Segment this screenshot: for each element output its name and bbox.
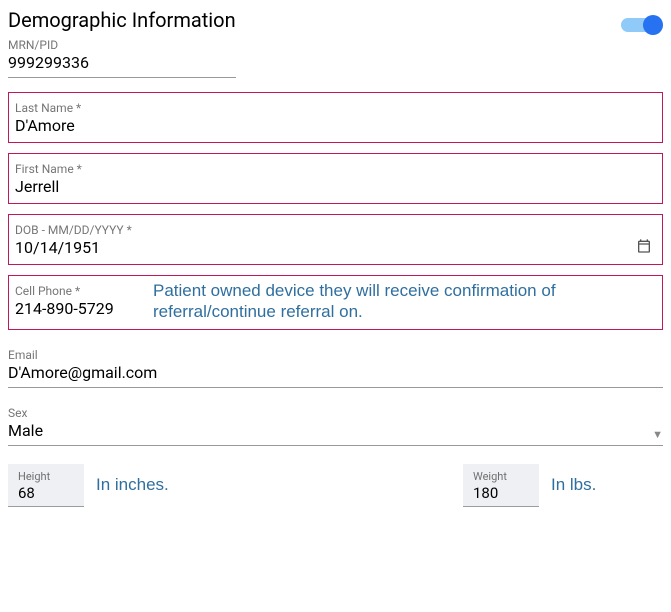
last-name-field[interactable]: Last Name * D'Amore	[8, 92, 663, 143]
cell-phone-hint: Patient owned device they will receive c…	[153, 280, 656, 323]
dob-label: DOB - MM/DD/YYYY *	[15, 223, 132, 237]
mrn-value: 999299336	[8, 53, 89, 72]
email-label: Email	[8, 348, 38, 362]
email-field[interactable]: Email D'Amore@gmail.com	[8, 344, 663, 388]
section-toggle[interactable]	[621, 14, 661, 36]
page-title: Demographic Information	[8, 8, 236, 32]
first-name-label: First Name *	[15, 162, 82, 176]
cell-phone-field[interactable]: Cell Phone * 214-890-5729 Patient owned …	[8, 275, 663, 330]
sex-field[interactable]: Sex Male ▼	[8, 402, 663, 446]
mrn-field[interactable]: MRN/PID 999299336	[8, 34, 236, 78]
last-name-label: Last Name *	[15, 101, 81, 115]
mrn-label: MRN/PID	[8, 38, 58, 52]
chevron-down-icon[interactable]: ▼	[652, 428, 663, 441]
weight-value: 180	[473, 484, 498, 502]
cell-phone-value: 214-890-5729	[15, 299, 114, 318]
email-value: D'Amore@gmail.com	[8, 363, 157, 382]
cell-phone-label: Cell Phone *	[15, 284, 80, 298]
height-hint: In inches.	[96, 475, 169, 495]
weight-field[interactable]: Weight 180	[463, 464, 539, 507]
toggle-thumb	[643, 15, 663, 35]
sex-value: Male	[8, 421, 43, 440]
weight-hint: In lbs.	[551, 475, 596, 495]
first-name-field[interactable]: First Name * Jerrell	[8, 153, 663, 204]
last-name-value: D'Amore	[15, 116, 75, 135]
height-field[interactable]: Height 68	[8, 464, 84, 507]
height-value: 68	[18, 484, 35, 502]
dob-field[interactable]: DOB - MM/DD/YYYY * 10/14/1951	[8, 214, 663, 265]
first-name-value: Jerrell	[15, 177, 59, 196]
calendar-icon[interactable]	[636, 238, 656, 258]
sex-label: Sex	[8, 406, 27, 420]
dob-value: 10/14/1951	[15, 238, 100, 257]
weight-label: Weight	[473, 470, 529, 483]
height-label: Height	[18, 470, 74, 483]
